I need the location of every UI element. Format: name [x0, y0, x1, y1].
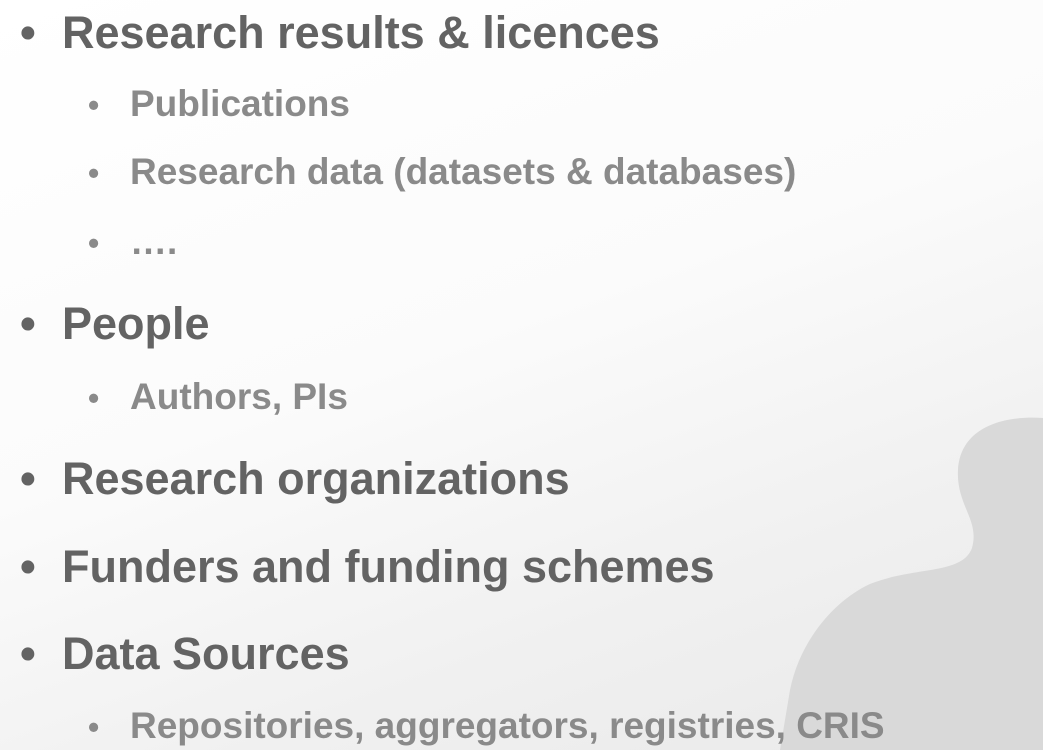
bullet-icon: • — [20, 298, 36, 349]
bullet-text: Data Sources — [62, 628, 350, 679]
sub-bullet-item: • Research data (datasets & databases) — [88, 151, 797, 193]
bullet-item: • Research organizations — [20, 453, 570, 505]
bullet-text: Research organizations — [62, 453, 570, 504]
bullet-icon: • — [88, 225, 100, 261]
bullet-text: Publications — [130, 83, 350, 124]
slide-bullet-list: • Research results & licences • Publicat… — [0, 0, 1043, 750]
bullet-text: People — [62, 298, 210, 349]
bullet-icon: • — [88, 155, 100, 191]
sub-bullet-item: • Authors, PIs — [88, 376, 348, 418]
bullet-item: • Research results & licences — [20, 7, 660, 59]
bullet-icon: • — [20, 453, 36, 504]
bullet-icon: • — [88, 380, 100, 416]
sub-bullet-item: • Repositories, aggregators, registries,… — [88, 705, 885, 747]
bullet-item: • Data Sources — [20, 628, 350, 680]
sub-bullet-item: • …. — [88, 221, 178, 263]
bullet-text: Research results & licences — [62, 7, 660, 58]
bullet-text: …. — [130, 221, 178, 262]
sub-bullet-item: • Publications — [88, 83, 350, 125]
bullet-text: Funders and funding schemes — [62, 541, 715, 592]
bullet-item: • People — [20, 298, 210, 350]
bullet-icon: • — [20, 541, 36, 592]
bullet-icon: • — [88, 87, 100, 123]
bullet-text: Research data (datasets & databases) — [130, 151, 797, 192]
bullet-text: Repositories, aggregators, registries, C… — [130, 705, 885, 746]
bullet-icon: • — [20, 628, 36, 679]
bullet-item: • Funders and funding schemes — [20, 541, 715, 593]
bullet-icon: • — [88, 709, 100, 745]
bullet-icon: • — [20, 7, 36, 58]
bullet-text: Authors, PIs — [130, 376, 348, 417]
